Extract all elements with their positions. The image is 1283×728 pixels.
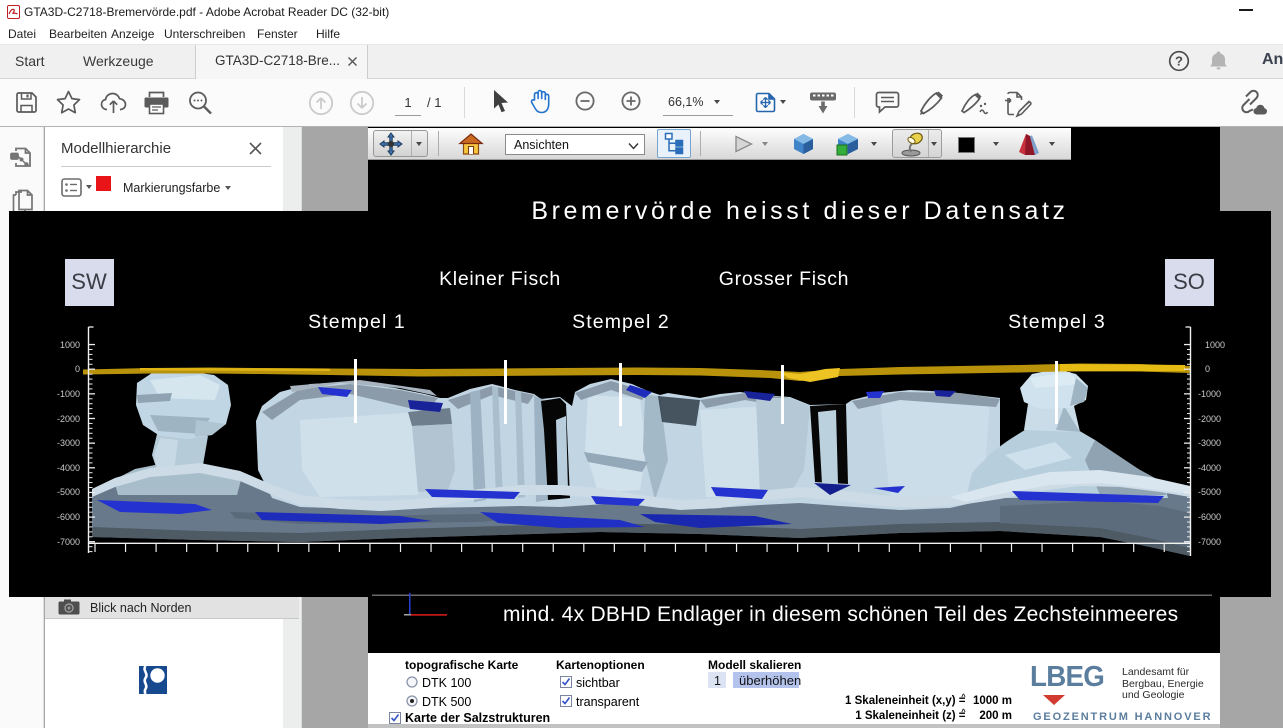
svg-text:?: ? — [1175, 54, 1183, 69]
